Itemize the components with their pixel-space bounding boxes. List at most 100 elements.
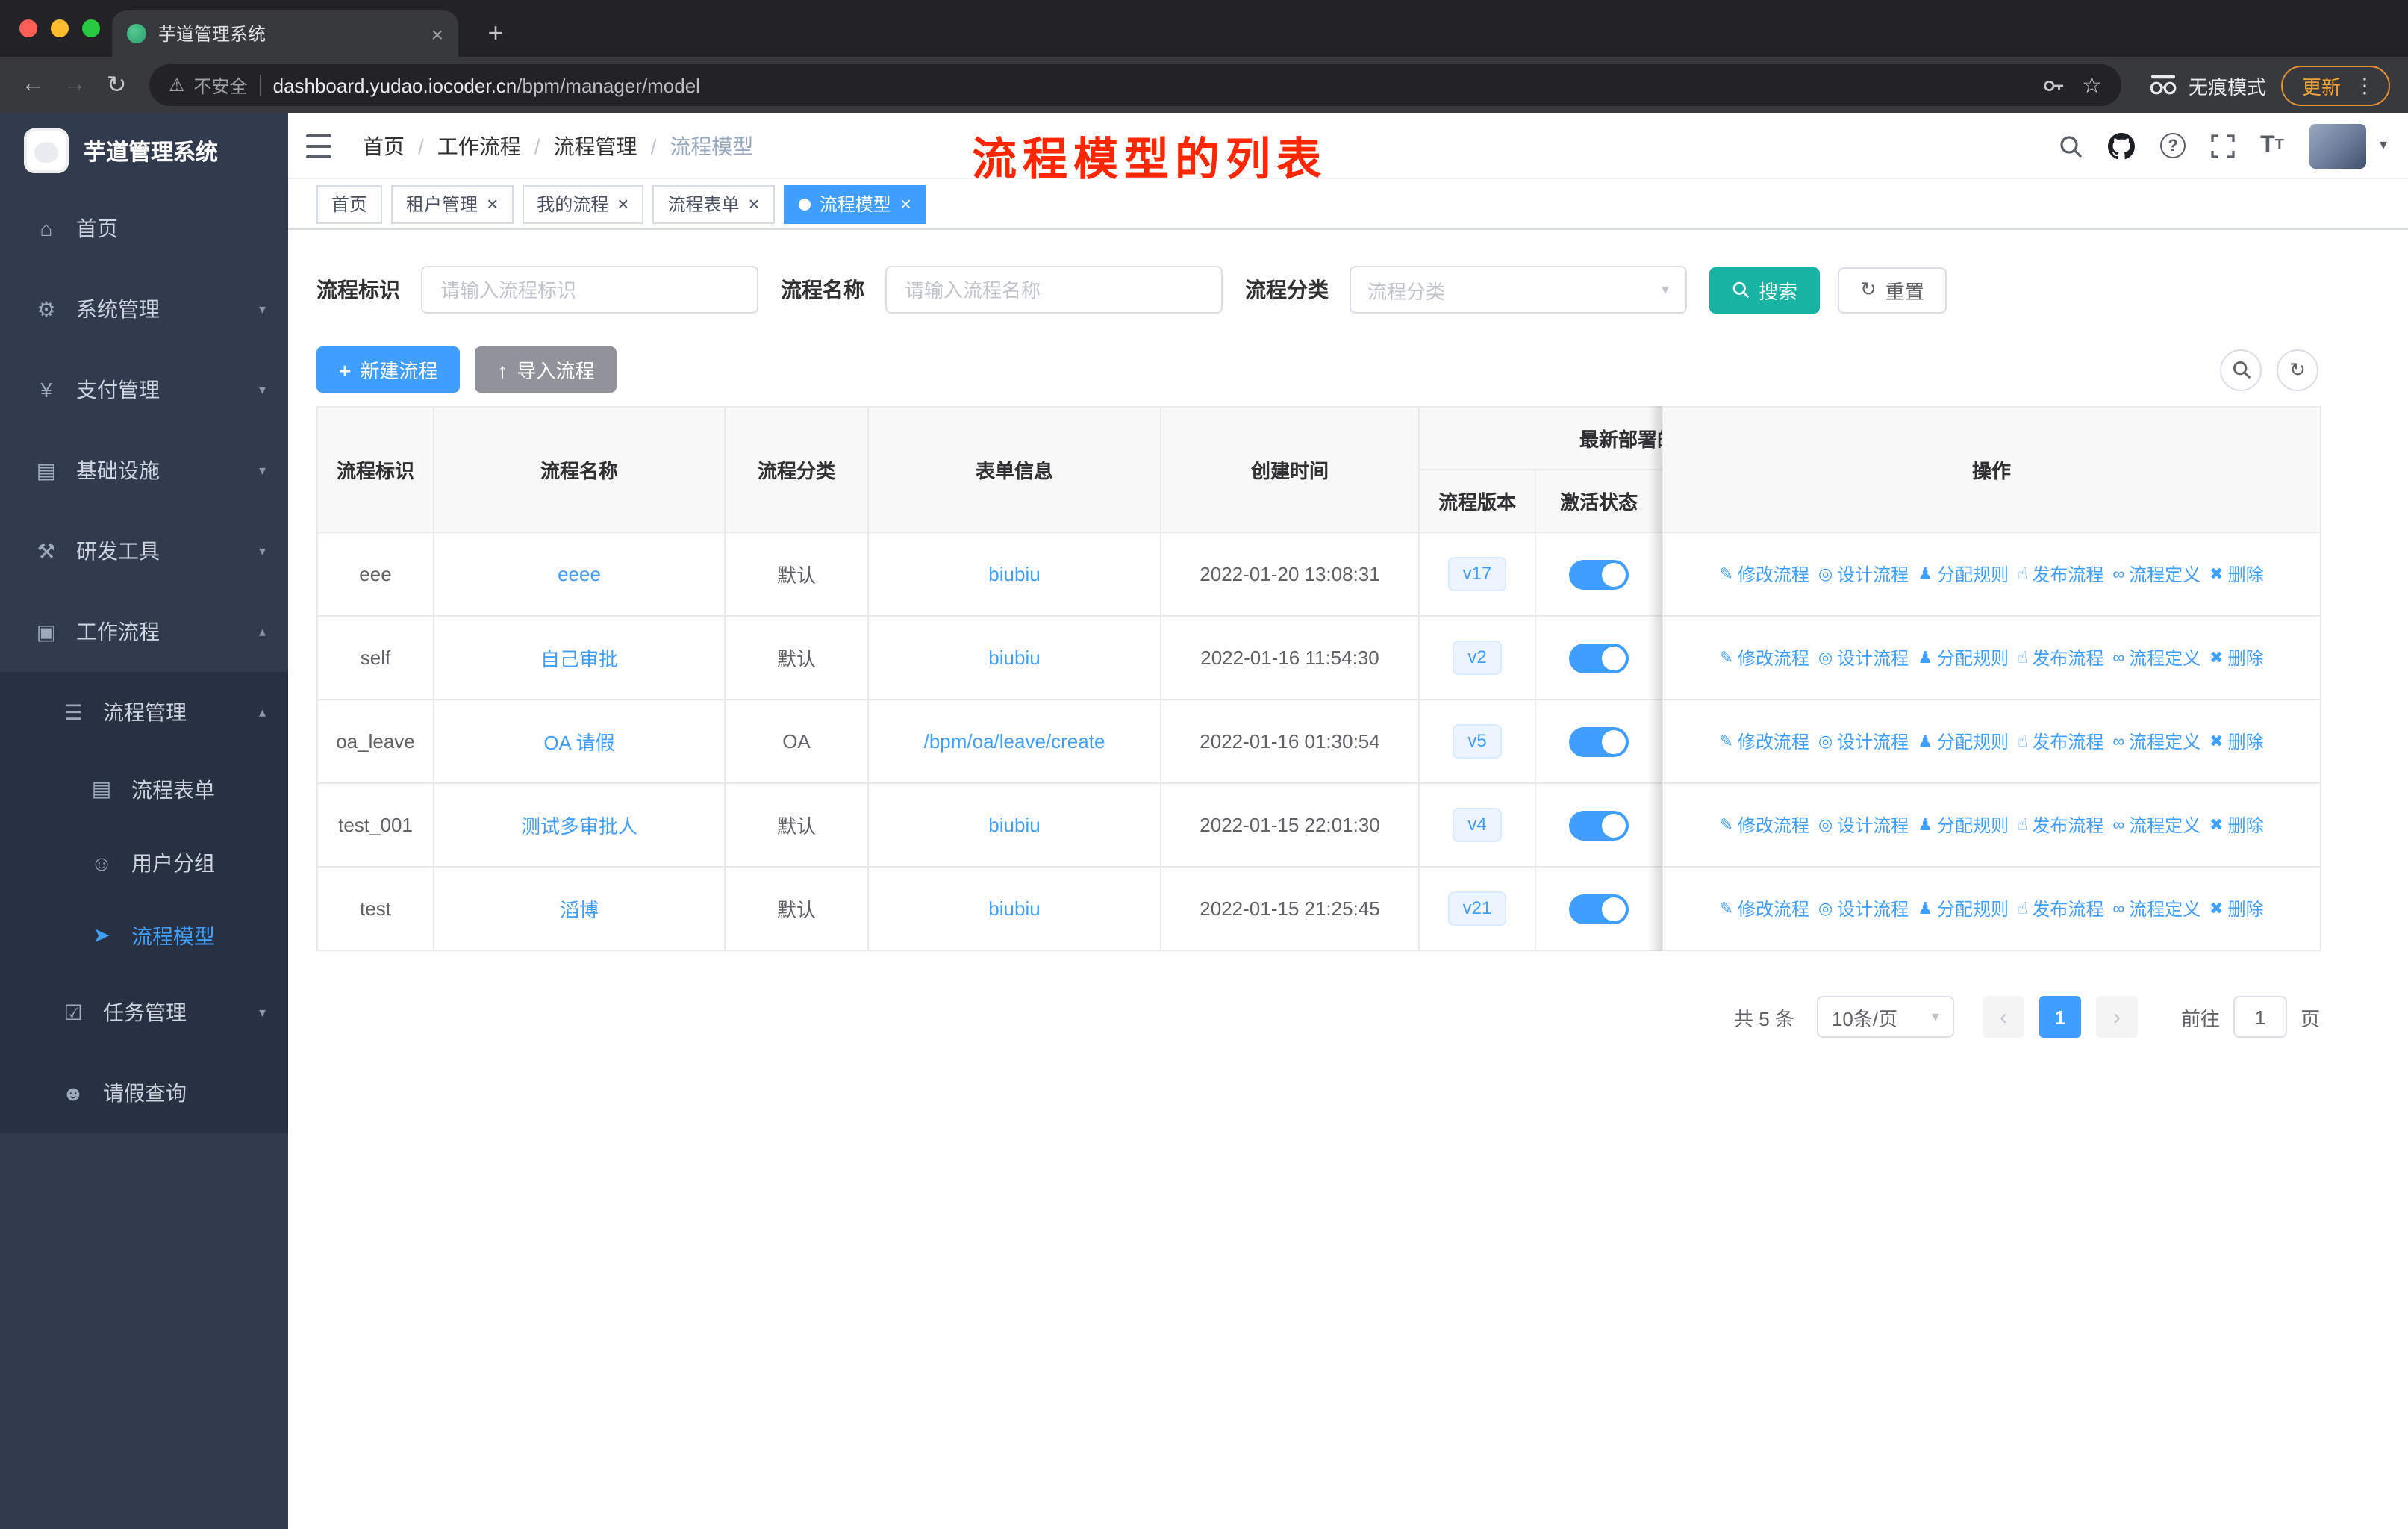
help-icon[interactable]: ? (2160, 133, 2186, 158)
action-publish[interactable]: ☝ 发布流程 (2018, 729, 2103, 754)
page-tag-1[interactable]: 租户管理 × (391, 184, 514, 223)
action-design[interactable]: ◎ 设计流程 (1818, 645, 1909, 670)
reset-button[interactable]: ↻ 重置 (1838, 267, 1947, 313)
sidebar-item-workflow[interactable]: ▣ 工作流程 ▴ (0, 591, 288, 672)
process-name-link[interactable]: 测试多审批人 (521, 815, 637, 838)
security-indicator[interactable]: ⚠ 不安全 (169, 72, 248, 98)
action-design[interactable]: ◎ 设计流程 (1818, 812, 1909, 838)
breadcrumb-item[interactable]: 流程管理 (554, 131, 637, 161)
active-toggle[interactable] (1569, 726, 1629, 756)
active-toggle[interactable] (1569, 559, 1629, 589)
password-key-icon[interactable] (2042, 74, 2064, 96)
action-assign[interactable]: ♟ 分配规则 (1918, 729, 2009, 754)
active-toggle[interactable] (1569, 643, 1629, 673)
sidebar-item-process-management[interactable]: ☰ 流程管理 ▴ (0, 672, 288, 753)
search-icon[interactable] (2059, 134, 2083, 158)
process-name-input[interactable] (885, 266, 1223, 314)
action-definition[interactable]: ∞ 流程定义 (2112, 562, 2200, 588)
fullscreen-icon[interactable] (2211, 134, 2235, 158)
goto-page-input[interactable] (2233, 996, 2287, 1038)
action-delete[interactable]: ✖ 删除 (2209, 645, 2263, 670)
action-publish[interactable]: ☝ 发布流程 (2018, 561, 2103, 587)
action-assign[interactable]: ♟ 分配规则 (1918, 645, 2009, 670)
process-name-link[interactable]: 滔博 (560, 899, 599, 921)
active-toggle[interactable] (1569, 810, 1629, 840)
hamburger-icon[interactable] (306, 128, 342, 164)
action-publish[interactable]: ☝ 发布流程 (2018, 812, 2103, 838)
sidebar-item-infrastructure[interactable]: ▤ 基础设施 ▾ (0, 430, 288, 511)
action-publish[interactable]: ☝ 发布流程 (2018, 645, 2103, 670)
page-number-button[interactable]: 1 (2039, 996, 2081, 1038)
browser-menu-icon[interactable]: ⋮ (2354, 72, 2375, 98)
table-refresh-button[interactable]: ↻ (2277, 349, 2318, 390)
update-chip[interactable]: 更新 ⋮ (2280, 65, 2390, 105)
sidebar-item-home[interactable]: ⌂ 首页 (0, 188, 288, 269)
font-size-icon[interactable]: TT (2260, 132, 2284, 159)
forward-button[interactable]: → (54, 64, 96, 106)
sidebar-item-user-group[interactable]: ☺ 用户分组 (0, 826, 288, 899)
form-info-link[interactable]: biubiu (988, 647, 1040, 669)
bookmark-star-icon[interactable]: ☆ (2082, 72, 2102, 99)
window-close-button[interactable] (19, 19, 37, 37)
action-design[interactable]: ◎ 设计流程 (1818, 729, 1909, 754)
next-page-button[interactable]: › (2095, 996, 2138, 1038)
tag-close-icon[interactable]: × (487, 194, 498, 214)
sidebar-item-process-form[interactable]: ▤ 流程表单 (0, 753, 288, 826)
window-zoom-button[interactable] (82, 19, 100, 37)
action-assign[interactable]: ♟ 分配规则 (1918, 812, 2009, 838)
action-assign[interactable]: ♟ 分配规则 (1918, 896, 2009, 921)
import-process-button[interactable]: ↑ 导入流程 (475, 346, 617, 393)
new-tab-button[interactable]: + (478, 15, 514, 51)
sidebar-item-process-model[interactable]: ➤ 流程模型 (0, 899, 288, 972)
github-icon[interactable] (2108, 132, 2136, 159)
action-modify[interactable]: ✎ 修改流程 (1719, 561, 1809, 587)
action-definition[interactable]: ∞ 流程定义 (2112, 646, 2200, 671)
process-name-link[interactable]: eeee (558, 563, 601, 585)
action-delete[interactable]: ✖ 删除 (2209, 561, 2263, 587)
action-assign[interactable]: ♟ 分配规则 (1918, 561, 2009, 587)
app-logo[interactable]: 芋道管理系统 (0, 113, 288, 188)
action-publish[interactable]: ☝ 发布流程 (2018, 896, 2103, 921)
avatar[interactable] (2309, 123, 2366, 168)
form-info-link[interactable]: /bpm/oa/leave/create (924, 730, 1105, 753)
tab-close-icon[interactable]: × (431, 23, 443, 44)
search-button[interactable]: 搜索 (1709, 267, 1821, 313)
action-definition[interactable]: ∞ 流程定义 (2112, 897, 2200, 922)
form-info-link[interactable]: biubiu (988, 563, 1040, 585)
create-process-button[interactable]: + 新建流程 (316, 346, 461, 393)
action-design[interactable]: ◎ 设计流程 (1818, 896, 1909, 921)
sidebar-item-task-management[interactable]: ☑ 任务管理 ▾ (0, 972, 288, 1053)
action-design[interactable]: ◎ 设计流程 (1818, 561, 1909, 587)
breadcrumb-item[interactable]: 工作流程 (437, 131, 521, 161)
tag-close-icon[interactable]: × (900, 194, 911, 214)
process-name-link[interactable]: 自己审批 (540, 648, 618, 670)
category-select[interactable]: 流程分类 ▾ (1350, 266, 1687, 314)
page-tag-0[interactable]: 首页 (316, 184, 383, 223)
page-tag-3[interactable]: 流程表单 × (652, 184, 775, 223)
sidebar-item-dev-tools[interactable]: ⚒ 研发工具 ▾ (0, 511, 288, 591)
tag-close-icon[interactable]: × (749, 194, 760, 214)
address-bar[interactable]: ⚠ 不安全 dashboard.yudao.iocoder.cn/bpm/man… (149, 64, 2121, 106)
sidebar-item-payment-management[interactable]: ¥ 支付管理 ▾ (0, 349, 288, 430)
form-info-link[interactable]: biubiu (988, 814, 1040, 836)
action-modify[interactable]: ✎ 修改流程 (1719, 729, 1809, 754)
breadcrumb-item[interactable]: 首页 (363, 131, 405, 161)
page-size-select[interactable]: 10条/页 ▾ (1816, 996, 1954, 1038)
browser-tab[interactable]: 芋道管理系统 × (112, 10, 458, 57)
action-delete[interactable]: ✖ 删除 (2209, 896, 2263, 921)
action-definition[interactable]: ∞ 流程定义 (2112, 813, 2200, 838)
prev-page-button[interactable]: ‹ (1982, 996, 2024, 1038)
action-definition[interactable]: ∞ 流程定义 (2112, 729, 2200, 755)
window-minimize-button[interactable] (51, 19, 69, 37)
action-modify[interactable]: ✎ 修改流程 (1719, 896, 1809, 921)
page-tag-2[interactable]: 我的流程 × (522, 184, 644, 223)
action-delete[interactable]: ✖ 删除 (2209, 729, 2263, 754)
process-name-link[interactable]: OA 请假 (543, 732, 614, 754)
active-toggle[interactable] (1569, 894, 1629, 924)
tag-close-icon[interactable]: × (617, 194, 628, 214)
back-button[interactable]: ← (12, 64, 54, 106)
action-modify[interactable]: ✎ 修改流程 (1719, 812, 1809, 838)
action-modify[interactable]: ✎ 修改流程 (1719, 645, 1809, 670)
page-tag-4[interactable]: 流程模型 × (783, 184, 926, 223)
process-key-input[interactable] (421, 266, 758, 314)
